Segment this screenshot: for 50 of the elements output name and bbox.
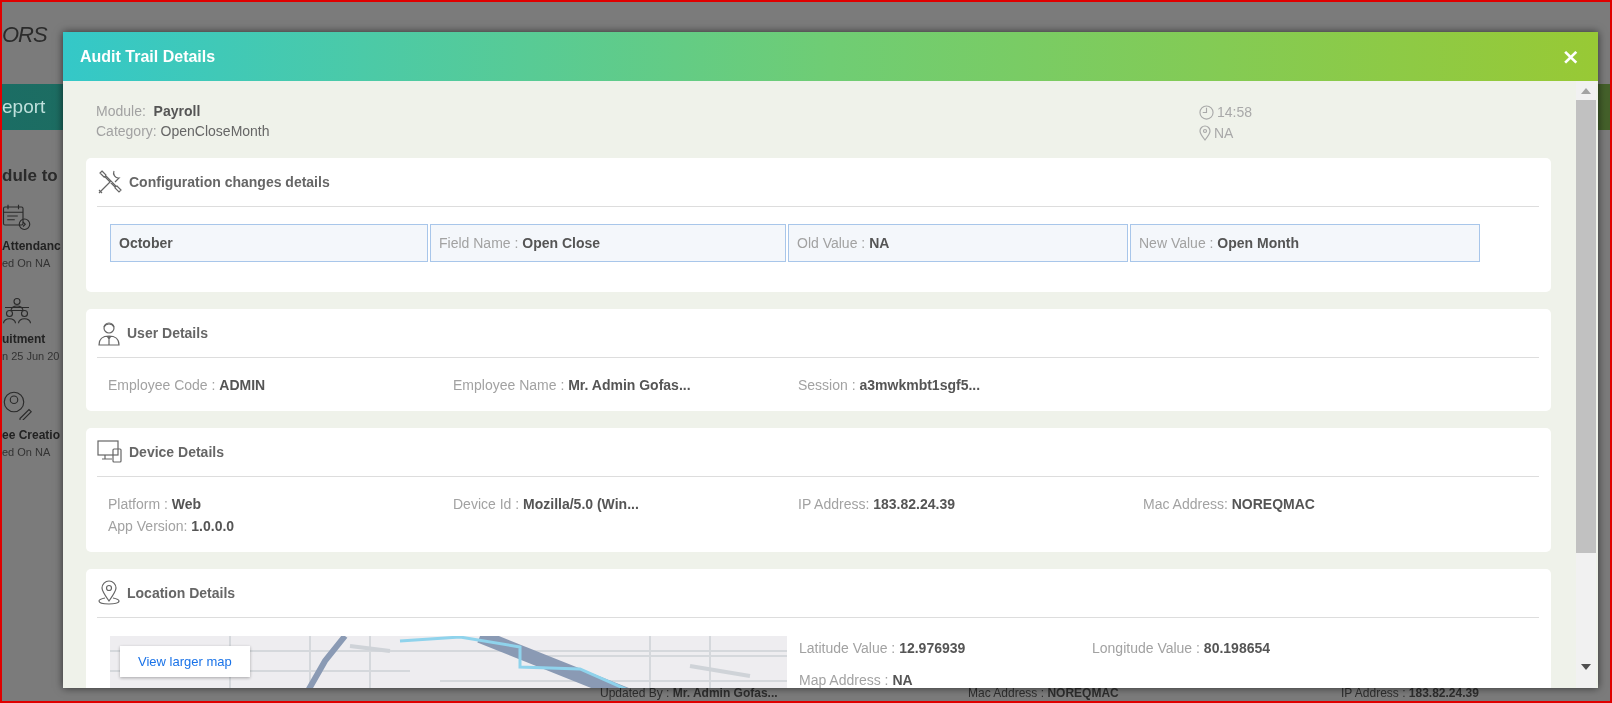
category-text: Category: OpenCloseMonth — [96, 123, 271, 140]
people-icon — [2, 297, 32, 324]
module-title: Attendanc — [2, 239, 62, 253]
detail-field: Employee Name : Mr. Admin Gofas... — [453, 377, 798, 393]
scroll-down-icon[interactable] — [1581, 664, 1591, 670]
detail-field: App Version: 1.0.0.0 — [108, 518, 453, 534]
dialog-title: Audit Trail Details — [80, 47, 216, 66]
footer-text: Updated By : Mr. Admin Gofas... — [600, 686, 779, 701]
card-title: User Details — [127, 325, 208, 341]
table-cell: Field Name : Open Close — [430, 224, 786, 262]
detail-field: Session : a3mwkmbt1sgf5... — [798, 377, 1143, 393]
scroll-up-icon[interactable] — [1581, 88, 1591, 94]
scroll-thumb[interactable] — [1576, 100, 1596, 553]
table-cell: Old Value : NA — [788, 224, 1128, 262]
detail-field: Employee Code : ADMIN — [108, 377, 453, 393]
module-title: ee Creatio — [2, 428, 62, 442]
detail-field: Platform : Web — [108, 496, 453, 512]
detail-field: Device Id : Mozilla/5.0 (Win... — [453, 496, 798, 512]
detail-field: Longitude Value : 80.198654 — [1092, 640, 1392, 665]
footer-text: Mac Address : NOREQMAC — [968, 686, 1120, 701]
detail-field: Mac Address: NOREQMAC — [1143, 496, 1488, 512]
table-cell: October — [110, 224, 428, 262]
location-text: NA — [1214, 125, 1234, 141]
card-title: Location Details — [127, 585, 236, 601]
logo-text: ORS — [2, 22, 47, 48]
module-subtitle: n 25 Jun 20 — [2, 350, 61, 362]
detail-field: IP Address: 183.82.24.39 — [798, 496, 1143, 512]
module-subtitle: ed On NA — [2, 257, 52, 269]
location-pin-icon — [97, 580, 121, 606]
time-text: 14:58 — [1217, 104, 1253, 120]
calendar-icon — [2, 204, 32, 231]
section-heading: dule to — [2, 166, 59, 186]
module-subtitle: ed On NA — [2, 446, 52, 458]
nav-tab[interactable]: eport — [2, 96, 46, 118]
view-larger-map-link[interactable]: View larger map — [120, 646, 250, 677]
person-edit-icon — [2, 390, 32, 420]
user-icon — [97, 320, 121, 346]
module-title: uitment — [2, 332, 47, 346]
table-cell: New Value : Open Month — [1130, 224, 1480, 262]
location-pin-icon — [1199, 125, 1211, 141]
devices-icon — [97, 440, 123, 464]
detail-field: Latitude Value : 12.976939 — [799, 640, 1092, 665]
module-text: Module: Payroll — [96, 103, 202, 120]
detail-field: Map Address : NA — [799, 671, 1092, 688]
card-title: Configuration changes details — [129, 174, 330, 190]
footer-text: IP Address : 183.82.24.39 — [1341, 686, 1480, 701]
card-title: Device Details — [129, 444, 224, 460]
clock-icon — [1199, 104, 1214, 120]
tools-icon — [97, 169, 123, 195]
scrollbar[interactable] — [1576, 81, 1596, 688]
